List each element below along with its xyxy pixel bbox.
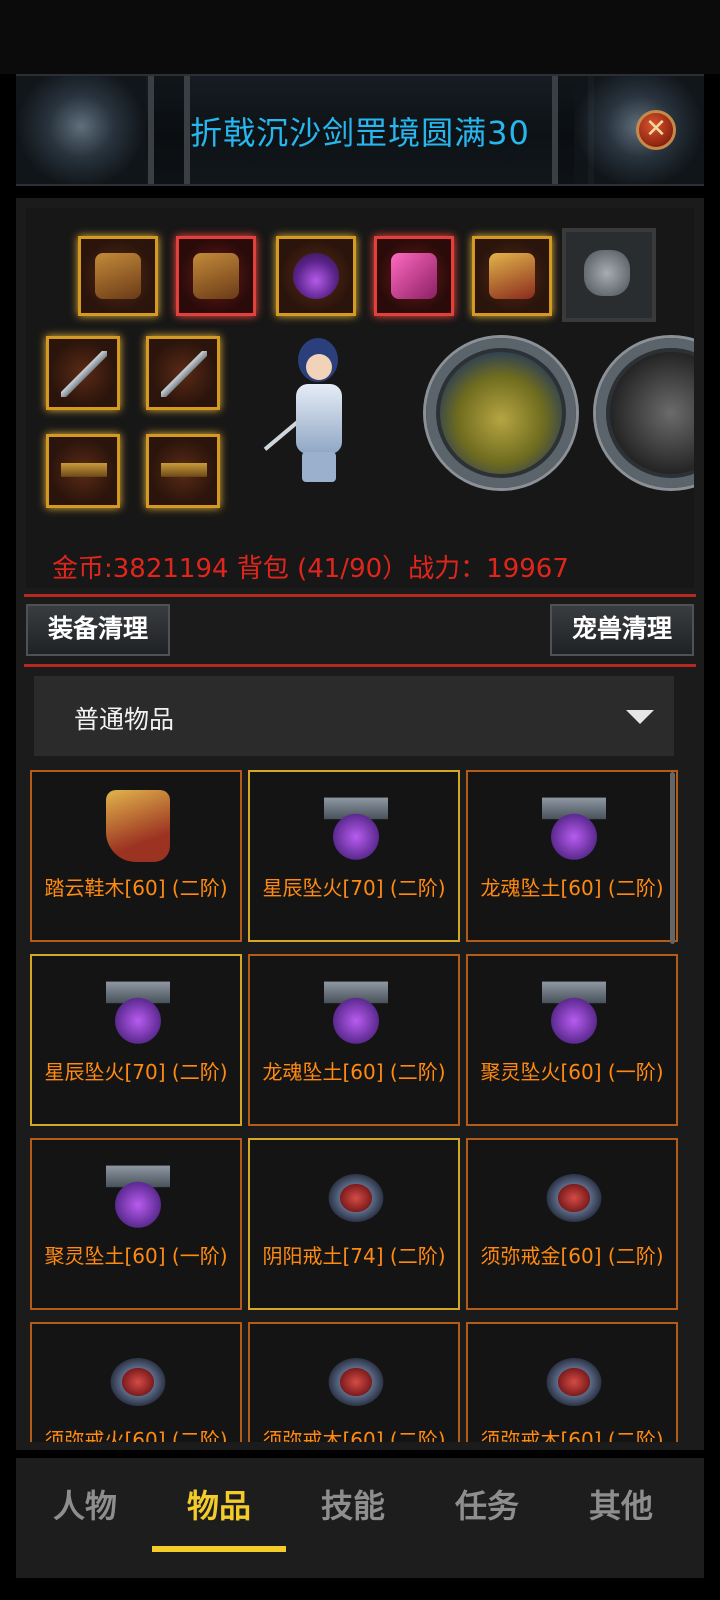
pet-clean-button[interactable]: 宠兽清理: [549, 604, 694, 656]
belt-slot-2[interactable]: [146, 434, 220, 508]
ring-icon: [324, 1354, 388, 1410]
item-name: 须弥戒木[60] (二阶): [480, 1428, 664, 1442]
main-panel: 金币:3821194 背包 (41/90）战力：19967 装备清理 宠兽清理 …: [16, 198, 704, 1450]
active-tab-indicator: [152, 1546, 286, 1552]
helmet-slot[interactable]: [78, 236, 158, 316]
armor-slot[interactable]: [176, 236, 256, 316]
item-card[interactable]: 踏云鞋木[60] (二阶): [30, 770, 242, 942]
armor-icon: [193, 253, 239, 299]
weapon-slot-2[interactable]: [146, 336, 220, 410]
item-name: 阴阳戒土[74] (二阶): [262, 1244, 446, 1268]
sword-icon: [161, 351, 207, 397]
item-name: 踏云鞋木[60] (二阶): [44, 876, 228, 900]
robe: [296, 384, 342, 454]
legs: [302, 452, 336, 482]
wing-icon: [391, 253, 437, 299]
character-avatar: [258, 328, 378, 488]
amulet-icon: [293, 253, 339, 299]
ring-icon: [324, 1170, 388, 1226]
stats-line: 金币:3821194 背包 (41/90）战力：19967: [52, 554, 569, 584]
boots-icon: [489, 253, 535, 299]
item-name: 须弥戒金[60] (二阶): [480, 1244, 664, 1268]
necklace-slot[interactable]: [276, 236, 356, 316]
item-card[interactable]: 聚灵坠火[60] (一阶): [466, 954, 678, 1126]
pendant-icon: [106, 1158, 170, 1230]
turtle-pet[interactable]: [426, 338, 576, 488]
tiger-pet[interactable]: [596, 338, 694, 488]
item-name: 须弥戒木[60] (二阶): [262, 1428, 446, 1442]
divider: [24, 594, 696, 597]
close-icon[interactable]: ✕: [636, 110, 676, 150]
dropdown-value: 普通物品: [74, 705, 175, 734]
pendant-icon: [106, 974, 170, 1046]
boots-slot[interactable]: [472, 236, 552, 316]
wing-slot[interactable]: [374, 236, 454, 316]
sword-icon: [61, 351, 107, 397]
item-name: 龙魂坠土[60] (二阶): [262, 1060, 446, 1084]
belt-icon: [61, 449, 107, 495]
pendant-icon: [542, 790, 606, 862]
equipment-area: 金币:3821194 背包 (41/90）战力：19967: [26, 208, 694, 588]
item-card[interactable]: 须弥戒火[60] (二阶): [30, 1322, 242, 1442]
ring-icon: [106, 1354, 170, 1410]
tab-quests[interactable]: 任务: [420, 1458, 554, 1558]
item-card[interactable]: 龙魂坠土[60] (二阶): [248, 954, 460, 1126]
boots-icon: [106, 790, 170, 862]
title-banner: 折戟沉沙剑罡境圆满30 ✕: [16, 74, 704, 186]
item-card[interactable]: 阴阳戒土[74] (二阶): [248, 1138, 460, 1310]
gem-slot[interactable]: [562, 228, 656, 322]
item-name: 聚灵坠火[60] (一阶): [480, 1060, 664, 1084]
item-name: 星辰坠火[70] (二阶): [44, 1060, 228, 1084]
tab-items[interactable]: 物品: [152, 1458, 286, 1558]
pendant-icon: [324, 790, 388, 862]
item-card[interactable]: 须弥戒金[60] (二阶): [466, 1138, 678, 1310]
item-grid: 踏云鞋木[60] (二阶) 星辰坠火[70] (二阶) 龙魂坠土[60] (二阶…: [30, 770, 682, 1442]
item-card[interactable]: 星辰坠火[70] (二阶): [248, 770, 460, 942]
divider: [24, 664, 696, 667]
pendant-icon: [542, 974, 606, 1046]
scrollbar[interactable]: [670, 772, 675, 944]
weapon-slot-1[interactable]: [46, 336, 120, 410]
item-card[interactable]: 星辰坠火[70] (二阶): [30, 954, 242, 1126]
page-title: 折戟沉沙剑罡境圆满30: [190, 114, 530, 152]
belt-icon: [161, 449, 207, 495]
pendant-icon: [324, 974, 388, 1046]
ring-icon: [542, 1170, 606, 1226]
ring-icon: [542, 1354, 606, 1410]
item-name: 星辰坠火[70] (二阶): [262, 876, 446, 900]
face: [306, 354, 332, 380]
item-card[interactable]: 聚灵坠土[60] (一阶): [30, 1138, 242, 1310]
chevron-down-icon: [626, 710, 654, 724]
stone-icon: [584, 250, 630, 296]
tab-skills[interactable]: 技能: [286, 1458, 420, 1558]
equip-clean-button[interactable]: 装备清理: [26, 604, 171, 656]
bottom-nav: 人物 物品 技能 任务 其他: [16, 1458, 704, 1578]
item-card[interactable]: 须弥戒木[60] (二阶): [466, 1322, 678, 1442]
item-name: 聚灵坠土[60] (一阶): [44, 1244, 228, 1268]
item-card[interactable]: 须弥戒木[60] (二阶): [248, 1322, 460, 1442]
item-name: 须弥戒火[60] (二阶): [44, 1428, 228, 1442]
item-card[interactable]: 龙魂坠土[60] (二阶): [466, 770, 678, 942]
item-filter-dropdown[interactable]: 普通物品: [34, 676, 674, 756]
status-bar: [0, 0, 720, 74]
tab-other[interactable]: 其他: [554, 1458, 688, 1558]
tab-character[interactable]: 人物: [18, 1458, 152, 1558]
item-name: 龙魂坠土[60] (二阶): [480, 876, 664, 900]
armor-icon: [95, 253, 141, 299]
belt-slot-1[interactable]: [46, 434, 120, 508]
